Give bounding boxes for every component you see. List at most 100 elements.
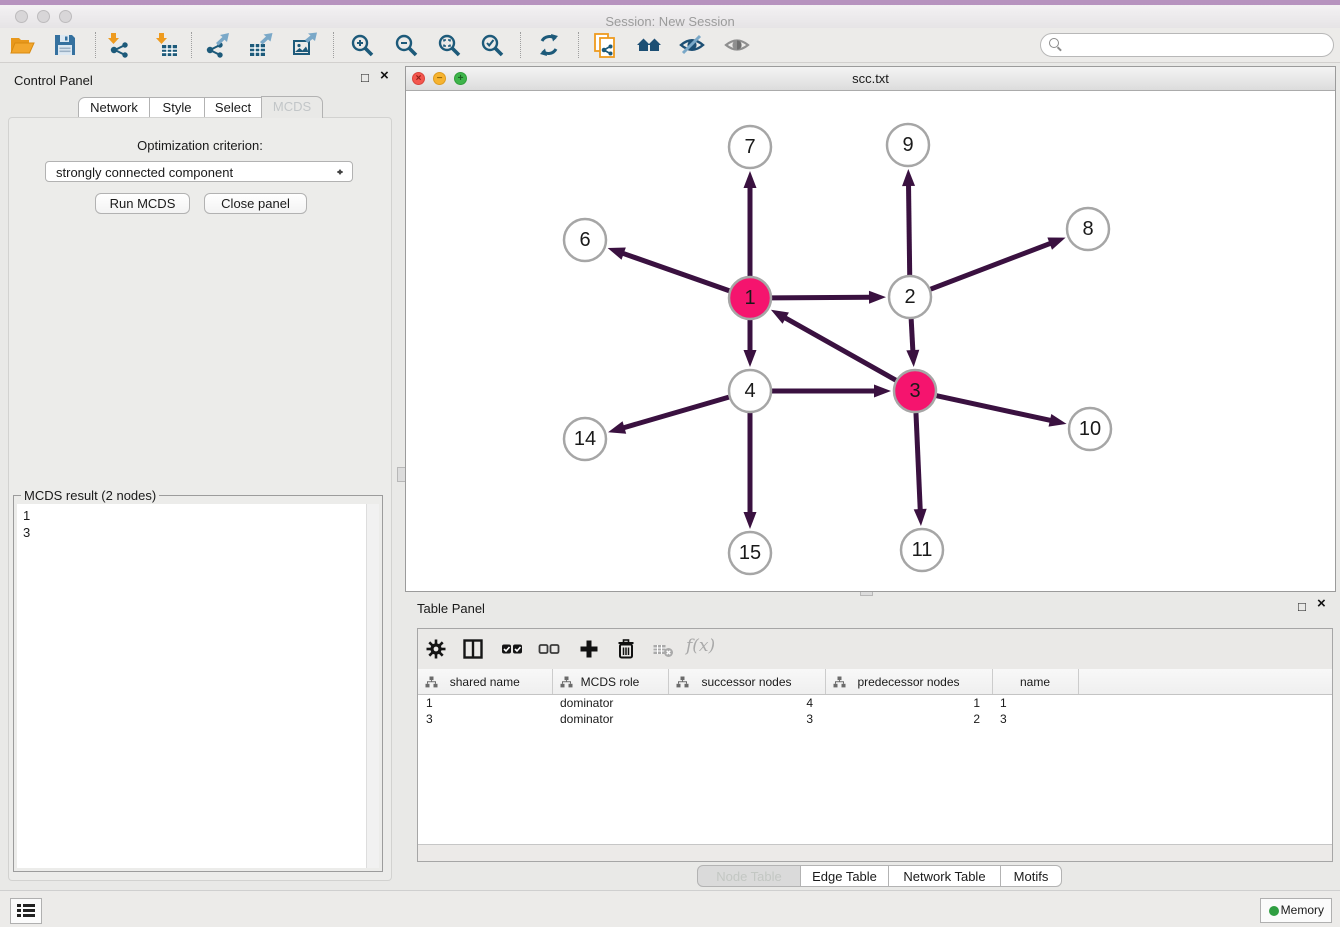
table-row[interactable]: 1dominator411 xyxy=(418,695,1332,712)
split-panel-icon[interactable] xyxy=(462,638,484,660)
edge-arrowhead xyxy=(744,171,757,188)
import-network-icon[interactable] xyxy=(105,32,131,58)
graph-edge[interactable] xyxy=(931,238,1066,290)
close-panel-button[interactable]: Close panel xyxy=(204,193,307,214)
memory-button[interactable]: Memory xyxy=(1260,898,1332,923)
float-table-panel-icon[interactable]: □ xyxy=(1298,600,1306,614)
graph-edge[interactable] xyxy=(608,247,730,290)
column-header-shared-name[interactable]: shared name xyxy=(418,669,552,695)
task-history-button[interactable] xyxy=(10,898,42,924)
table-cell[interactable]: 3 xyxy=(992,711,1078,727)
tab-select[interactable]: Select xyxy=(204,97,262,117)
graph-node[interactable]: 6 xyxy=(564,219,606,261)
table-cell[interactable]: 4 xyxy=(668,695,825,712)
column-header-predecessor-nodes[interactable]: predecessor nodes xyxy=(825,669,992,695)
zoom-selected-icon[interactable] xyxy=(479,32,505,58)
birds-eye-icon[interactable] xyxy=(724,32,750,58)
run-mcds-button[interactable]: Run MCDS xyxy=(95,193,190,214)
graph-edge[interactable] xyxy=(914,413,927,526)
save-session-icon[interactable] xyxy=(52,32,78,58)
graph-edge[interactable] xyxy=(608,397,729,434)
toolbar-separator xyxy=(578,32,579,58)
tab-node-table[interactable]: Node Table xyxy=(697,865,801,887)
column-label: name xyxy=(1020,675,1050,689)
graph-edge[interactable] xyxy=(906,319,919,367)
table-cell[interactable]: dominator xyxy=(552,695,668,712)
table-cell[interactable]: dominator xyxy=(552,711,668,727)
result-scrollbar[interactable] xyxy=(366,504,379,868)
graph-node[interactable]: 3 xyxy=(894,370,936,412)
node-label: 2 xyxy=(904,286,915,308)
close-table-panel-icon[interactable]: × xyxy=(1317,597,1326,611)
graph-edge[interactable] xyxy=(744,171,757,276)
duplicate-network-icon[interactable] xyxy=(592,32,618,58)
graph-node[interactable]: 9 xyxy=(887,124,929,166)
status-bar: Memory xyxy=(0,890,1340,927)
zoom-in-icon[interactable] xyxy=(349,32,375,58)
network-window-title: scc.txt xyxy=(406,71,1335,86)
tab-network[interactable]: Network xyxy=(78,97,150,117)
zoom-fit-icon[interactable] xyxy=(436,32,462,58)
sort-hierarchy-icon xyxy=(425,676,438,691)
refresh-icon[interactable] xyxy=(536,32,562,58)
graph-node[interactable]: 7 xyxy=(729,126,771,168)
export-network-icon[interactable] xyxy=(205,32,231,58)
graph-edge[interactable] xyxy=(744,413,757,529)
delete-column-icon[interactable] xyxy=(615,638,637,660)
graph-node[interactable]: 2 xyxy=(889,276,931,318)
column-header-filler xyxy=(1078,669,1332,695)
table-cell[interactable]: 3 xyxy=(418,711,552,727)
column-header-successor-nodes[interactable]: successor nodes xyxy=(668,669,825,695)
graph-node[interactable]: 11 xyxy=(901,529,943,571)
tab-edge-table[interactable]: Edge Table xyxy=(800,865,889,887)
add-column-icon[interactable] xyxy=(578,638,600,660)
graph-edge[interactable] xyxy=(772,385,891,398)
criterion-select[interactable]: strongly connected component xyxy=(45,161,353,182)
graph-node[interactable]: 8 xyxy=(1067,208,1109,250)
graphics-details-icon[interactable] xyxy=(679,32,705,58)
import-table-icon[interactable] xyxy=(153,32,179,58)
node-label: 1 xyxy=(744,287,755,309)
graph-edge[interactable] xyxy=(744,320,757,367)
table-cell[interactable]: 1 xyxy=(992,695,1078,712)
graph-node[interactable]: 14 xyxy=(564,418,606,460)
tab-network-table[interactable]: Network Table xyxy=(888,865,1001,887)
graph-node[interactable]: 10 xyxy=(1069,408,1111,450)
tab-mcds[interactable]: MCDS xyxy=(261,96,323,118)
export-table-icon[interactable] xyxy=(248,32,274,58)
export-image-icon[interactable] xyxy=(292,32,318,58)
open-file-icon[interactable] xyxy=(9,32,35,58)
deselect-all-icon[interactable] xyxy=(538,638,560,660)
graph-edge[interactable] xyxy=(936,396,1066,427)
column-header-name[interactable]: name xyxy=(992,669,1078,695)
graph-node[interactable]: 15 xyxy=(729,532,771,574)
search-field xyxy=(1040,33,1334,57)
network-window-titlebar[interactable]: × − + scc.txt xyxy=(406,67,1335,91)
home-layout-icon[interactable] xyxy=(636,32,662,58)
graph-edge[interactable] xyxy=(771,310,896,380)
network-graph[interactable]: 1 2 3 4 6 7 8 9 10 11 14 15 xyxy=(406,90,1335,591)
float-panel-icon[interactable]: □ xyxy=(361,71,369,85)
table-horizontal-scrollbar[interactable] xyxy=(418,844,1332,861)
graph-node[interactable]: 1 xyxy=(729,277,771,319)
node-table-panel: f(x) shared name MCDS role xyxy=(417,628,1333,862)
table-cell[interactable]: 2 xyxy=(825,711,992,727)
tab-style[interactable]: Style xyxy=(149,97,205,117)
column-header-mcds-role[interactable]: MCDS role xyxy=(552,669,668,695)
graph-node[interactable]: 4 xyxy=(729,370,771,412)
zoom-out-icon[interactable] xyxy=(393,32,419,58)
edge-arrowhead xyxy=(902,169,915,186)
table-cell[interactable]: 1 xyxy=(418,695,552,712)
close-panel-icon[interactable]: × xyxy=(380,69,389,83)
settings-gear-icon[interactable] xyxy=(425,638,447,660)
graph-edge[interactable] xyxy=(772,291,886,304)
table-row[interactable]: 3dominator323 xyxy=(418,711,1332,727)
graph-edge[interactable] xyxy=(902,169,915,275)
table-cell[interactable]: 1 xyxy=(825,695,992,712)
tab-motifs[interactable]: Motifs xyxy=(1000,865,1062,887)
edge-arrowhead xyxy=(608,247,626,259)
search-input[interactable] xyxy=(1063,35,1327,55)
select-all-icon[interactable] xyxy=(501,638,523,660)
mcds-result-text[interactable]: 1 3 xyxy=(17,504,379,868)
table-cell[interactable]: 3 xyxy=(668,711,825,727)
